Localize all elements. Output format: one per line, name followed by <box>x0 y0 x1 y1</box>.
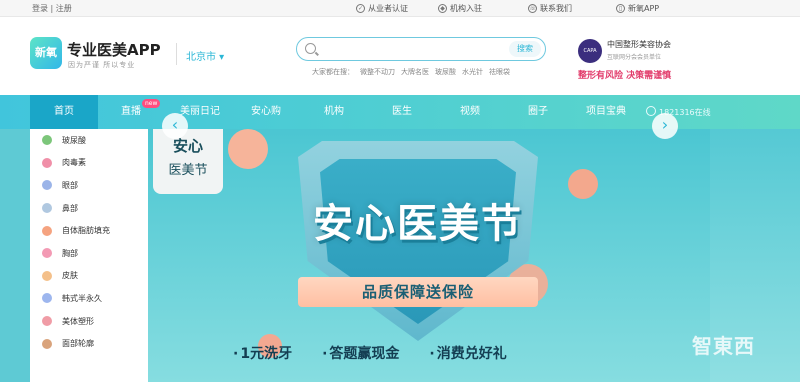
banner-ribbon: 品质保障送保险 <box>298 277 538 307</box>
promo-item: 消费兑好礼 <box>429 343 507 363</box>
hot-search-terms: 大家都在搜： 微整不动刀 大牌名医 玻尿酸 水光针 祛眼袋 <box>312 67 510 77</box>
eyebrow-icon <box>42 293 52 304</box>
sidebar-item-facial-contour[interactable]: 面部轮廓 <box>30 332 148 355</box>
search-button[interactable]: 搜索 <box>509 41 541 57</box>
nav-circles[interactable]: 圈子 <box>516 95 560 129</box>
hot-term[interactable]: 大牌名医 <box>401 67 429 77</box>
header-divider <box>176 43 177 65</box>
association-logo-icon: CAPA <box>578 39 602 63</box>
institution-join-label: 机构入驻 <box>450 4 482 13</box>
banner-left-bg <box>0 129 30 382</box>
body-icon <box>42 316 52 327</box>
contact-us-link[interactable]: ☏ 联系我们 <box>528 3 572 14</box>
sidebar-item-fat-grafting[interactable]: 自体脂肪填充 <box>30 219 148 242</box>
banner-prev-arrow-icon[interactable]: ‹ <box>162 113 188 139</box>
face-icon <box>42 338 52 349</box>
hot-term[interactable]: 祛眼袋 <box>489 67 510 77</box>
sidebar-item-body-contouring[interactable]: 美体塑形 <box>30 310 148 333</box>
institution-join-link[interactable]: ◆ 机构入驻 <box>438 3 482 14</box>
eye-icon <box>42 180 52 191</box>
sidebar-item-eyes[interactable]: 眼部 <box>30 174 148 197</box>
login-link[interactable]: 登录 <box>32 4 48 13</box>
decor-circle <box>568 169 598 199</box>
search-icon <box>305 43 316 54</box>
nav-videos[interactable]: 视频 <box>448 95 492 129</box>
sidebar-item-botox[interactable]: 肉毒素 <box>30 152 148 175</box>
contact-us-label: 联系我们 <box>540 4 572 13</box>
risk-warning: 整形有风险 决策需谨慎 <box>578 71 672 81</box>
breast-icon <box>42 248 52 259</box>
decor-circle <box>228 129 268 169</box>
sidebar-item-label: 面部轮廓 <box>62 339 94 349</box>
sidebar-item-label: 肉毒素 <box>62 158 86 168</box>
promo-item: 答题赢现金 <box>322 343 399 363</box>
banner-promotions: 1元洗牙 答题赢现金 消费兑好礼 <box>233 343 507 363</box>
register-link[interactable]: 注册 <box>56 4 72 13</box>
shield-icon: ◆ <box>438 4 447 13</box>
nav-institutions[interactable]: 机构 <box>312 95 356 129</box>
sidebar-item-label: 玻尿酸 <box>62 135 86 145</box>
user-icon <box>646 106 656 116</box>
nav-doctors[interactable]: 医生 <box>380 95 424 129</box>
mobile-icon: ▯ <box>616 4 625 13</box>
sidebar-item-label: 胸部 <box>62 248 78 258</box>
festival-tag: 安心 医美节 <box>153 129 223 194</box>
sidebar-item-label: 韩式半永久 <box>62 293 102 303</box>
nav-project-guide[interactable]: 项目宝典 <box>578 95 634 129</box>
phone-icon: ☏ <box>528 4 537 13</box>
hot-search-label: 大家都在搜： <box>312 68 354 76</box>
sidebar-item-label: 鼻部 <box>62 203 78 213</box>
main-nav: 首页 直播 new 美丽日记 安心购 机构 医生 视频 圈子 项目宝典 1821… <box>0 95 800 129</box>
sidebar-item-label: 皮肤 <box>62 271 78 281</box>
check-shield-icon: ✓ <box>356 4 365 13</box>
syringe-icon <box>42 135 52 146</box>
nose-icon <box>42 203 52 214</box>
auth-links: 登录 | 注册 <box>32 3 72 14</box>
sidebar-item-hyaluronic-acid[interactable]: 玻尿酸 <box>30 129 148 152</box>
sidebar-item-label: 美体塑形 <box>62 316 94 326</box>
sidebar-item-nose[interactable]: 鼻部 <box>30 197 148 220</box>
banner-title: 安心医美节 <box>313 201 523 247</box>
app-slogan: 因为严谨 所以专业 <box>68 61 136 69</box>
top-utility-bar: 登录 | 注册 ✓ 从业者认证 ◆ 机构入驻 ☏ 联系我们 ▯ 新氧APP <box>0 0 800 17</box>
auth-separator: | <box>50 4 54 13</box>
sidebar-item-label: 自体脂肪填充 <box>62 226 110 236</box>
search-box: 搜索 <box>296 37 546 61</box>
hero-banner[interactable]: 安心 医美节 安心医美节 品质保障送保险 1元洗牙 答题赢现金 消费兑好礼 <box>148 129 710 382</box>
festival-tag-line2: 医美节 <box>168 163 208 178</box>
new-badge: new <box>142 99 161 108</box>
droplet-icon <box>42 225 52 236</box>
watermark-logo: 智東西 <box>692 334 755 358</box>
promo-item: 1元洗牙 <box>233 343 292 363</box>
association-subtitle: 互联网分会会员单位 <box>607 54 662 61</box>
category-sidebar: 玻尿酸 肉毒素 眼部 鼻部 自体脂肪填充 胸部 皮肤 韩式半永久 美体塑形 面部… <box>30 129 148 382</box>
hot-term[interactable]: 玻尿酸 <box>435 67 456 77</box>
search-input[interactable] <box>321 41 501 57</box>
site-header: 新氧 专业医美APP 因为严谨 所以专业 北京市 ▾ 搜索 大家都在搜： 微整不… <box>0 17 800 95</box>
practitioner-cert-label: 从业者认证 <box>368 4 408 13</box>
app-download-label: 新氧APP <box>628 4 660 13</box>
city-selector[interactable]: 北京市 ▾ <box>186 48 224 63</box>
association-name: 中国整形美容协会 <box>607 40 671 49</box>
nav-safe-buy[interactable]: 安心购 <box>238 95 294 129</box>
app-download-link[interactable]: ▯ 新氧APP <box>616 3 659 14</box>
hot-term[interactable]: 水光针 <box>462 67 483 77</box>
vial-icon <box>42 157 52 168</box>
app-title[interactable]: 专业医美APP <box>67 39 161 60</box>
sidebar-item-semi-permanent[interactable]: 韩式半永久 <box>30 287 148 310</box>
hot-term[interactable]: 微整不动刀 <box>360 67 395 77</box>
sidebar-item-label: 眼部 <box>62 180 78 190</box>
skin-icon <box>42 270 52 281</box>
nav-home[interactable]: 首页 <box>30 95 98 129</box>
banner-next-arrow-icon[interactable]: › <box>652 113 678 139</box>
practitioner-cert-link[interactable]: ✓ 从业者认证 <box>356 3 408 14</box>
sidebar-item-breast[interactable]: 胸部 <box>30 242 148 265</box>
sidebar-item-skin[interactable]: 皮肤 <box>30 265 148 288</box>
logo-icon[interactable]: 新氧 <box>30 37 62 69</box>
